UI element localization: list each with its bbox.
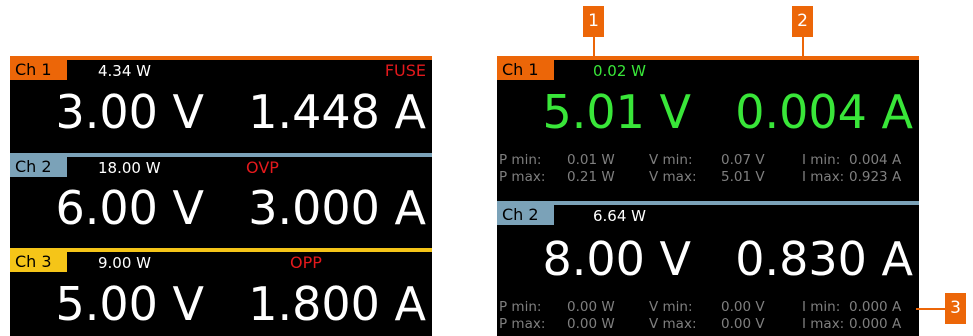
channel-2-ovp-status: OVP [246,158,279,177]
channel-1-current: 1.448 A [248,85,426,139]
i-min-value: 0.004 A [849,152,902,168]
channel-2-current: 3.000 A [248,181,426,235]
stats-channel-1-voltage: 5.01 V [542,85,691,139]
channel-3-readout: 5.00 V 1.800 A [10,278,432,330]
callout-2-marker: 2 [792,6,813,37]
callout-1-marker: 1 [583,6,604,37]
v-min-label: V min: [649,152,693,168]
p-min-label: P min: [499,299,542,315]
v-max-value: 5.01 V [721,169,765,185]
v-min-value: 0.00 V [721,299,765,315]
i-min-label: I min: [802,299,841,315]
stats-channel-2-voltage: 8.00 V [542,232,691,286]
callout-3-leader [916,308,945,310]
p-max-label: P max: [499,169,546,185]
v-max-label: V max: [649,169,697,185]
stats-channel-2-current: 0.830 A [735,232,913,286]
channel-3-voltage: 5.00 V [55,277,204,331]
channel-2-tab[interactable]: Ch 2 [10,157,67,177]
v-min-value: 0.07 V [721,152,765,168]
callout-3-marker: 3 [945,293,966,324]
channel-1-power: 4.34 W [98,62,151,80]
p-max-value: 0.21 W [567,169,615,185]
channel-1-color-line [10,56,432,60]
stats-channel-2-tab[interactable]: Ch 2 [497,205,554,225]
stats-channel-2-color-line [497,201,919,205]
channel-3-color-line [10,248,432,252]
i-max-label: I max: [802,316,845,332]
callout-1-leader [593,37,595,57]
stats-channel-1-tab[interactable]: Ch 1 [497,60,554,80]
stats-channel-1-readout: 5.01 V 0.004 A [497,86,919,138]
channel-2-color-line [10,153,432,157]
i-min-label: I min: [802,152,841,168]
stats-channel-2-power: 6.64 W [593,207,646,225]
p-min-label: P min: [499,152,542,168]
i-min-value: 0.000 A [849,299,902,315]
i-max-value: 0.000 A [849,316,902,332]
stats-channel-1-color-line [497,56,919,60]
channel-2-readout: 6.00 V 3.000 A [10,182,432,234]
channel-3-header[interactable]: Ch 3 9.00 W OPP [10,248,432,272]
channel-2-header[interactable]: Ch 2 18.00 W OVP [10,153,432,177]
channel-3-current: 1.800 A [248,277,426,331]
channel-3-tab[interactable]: Ch 3 [10,252,67,272]
p-max-value: 0.00 W [567,316,615,332]
callout-2-leader [802,37,804,57]
channel-1-header[interactable]: Ch 1 4.34 W FUSE [10,56,432,80]
channel-1-tab[interactable]: Ch 1 [10,60,67,80]
stats-channel-1-power: 0.02 W [593,62,646,80]
i-max-label: I max: [802,169,845,185]
stats-channel-1-current: 0.004 A [735,85,913,139]
channel-1-voltage: 3.00 V [55,85,204,139]
channel-1-readout: 3.00 V 1.448 A [10,86,432,138]
stats-channel-2-header[interactable]: Ch 2 6.64 W [497,201,919,225]
channel-2-voltage: 6.00 V [55,181,204,235]
statistics-panel: Ch 1 0.02 W 5.01 V 0.004 A P min: 0.01 W… [497,56,919,336]
i-max-value: 0.923 A [849,169,902,185]
channel-3-power: 9.00 W [98,254,151,272]
v-min-label: V min: [649,299,693,315]
channel-overview-panel: Ch 1 4.34 W FUSE 3.00 V 1.448 A Ch 2 18.… [10,56,432,336]
stats-channel-1-header[interactable]: Ch 1 0.02 W [497,56,919,80]
v-max-label: V max: [649,316,697,332]
channel-1-fuse-status: FUSE [384,61,426,80]
p-max-label: P max: [499,316,546,332]
channel-3-opp-status: OPP [290,253,322,272]
v-max-value: 0.00 V [721,316,765,332]
channel-2-power: 18.00 W [98,159,161,177]
stats-channel-2-readout: 8.00 V 0.830 A [497,233,919,285]
p-min-value: 0.00 W [567,299,615,315]
p-min-value: 0.01 W [567,152,615,168]
